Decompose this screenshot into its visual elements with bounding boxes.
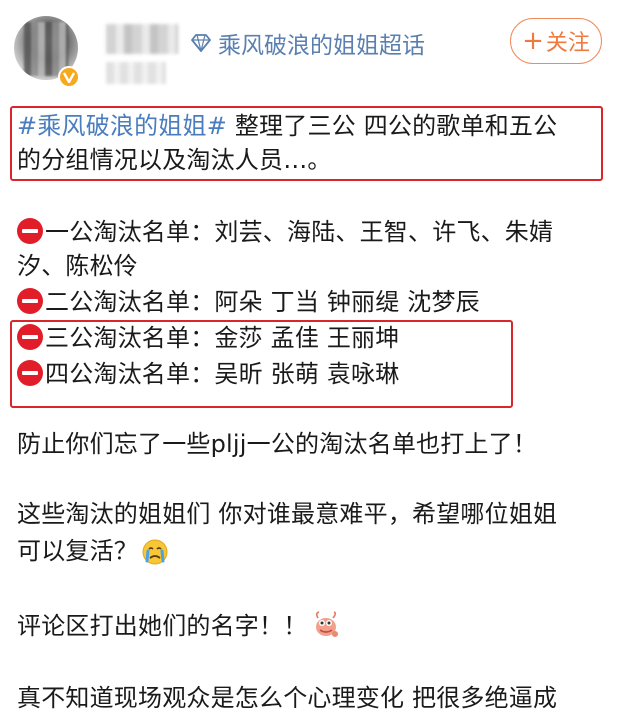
hashtag-link[interactable]: #乘风破浪的姐姐# (17, 112, 227, 140)
elimination-line-2: 二公淘汰名单：阿朵 丁当 钟丽缇 沈梦辰 (17, 286, 480, 318)
username-blurred[interactable] (106, 24, 178, 54)
elimination-text-1a: 一公淘汰名单：刘芸、海陆、王智、许飞、朱婧 (45, 218, 554, 246)
paragraph-2a: 这些淘汰的姐姐们 你对谁最意难平，希望哪位姐姐 (17, 500, 558, 528)
no-entry-icon (17, 288, 43, 314)
elimination-line-1a: 一公淘汰名单：刘芸、海陆、王智、许飞、朱婧 (17, 216, 553, 248)
follow-button[interactable]: + 关注 (510, 18, 602, 64)
paragraph-3-text: 评论区打出她们的名字！！ (17, 612, 308, 640)
post-intro-line-1: #乘风破浪的姐姐# 整理了三公 四公的歌单和五公 (17, 110, 557, 142)
post-header: 乘风破浪的姐姐超话 + 关注 (0, 0, 622, 100)
paragraph-3: 评论区打出她们的名字！！ (17, 610, 341, 648)
elimination-text-3: 三公淘汰名单：金莎 孟佳 王丽坤 (45, 324, 400, 352)
follow-label: 关注 (545, 31, 590, 56)
verified-v-icon (58, 66, 80, 88)
elimination-text-2: 二公淘汰名单：阿朵 丁当 钟丽缇 沈梦辰 (45, 288, 480, 316)
elimination-line-4: 四公淘汰名单：吴昕 张萌 袁咏琳 (17, 358, 399, 390)
paragraph-2b-text: 可以复活？ (17, 537, 138, 565)
plus-icon: + (522, 26, 544, 56)
post-intro-line-2: 的分组情况以及淘汰人员…。 (17, 146, 332, 174)
crying-face-emoji (142, 539, 168, 573)
no-entry-icon (17, 360, 43, 386)
no-entry-icon (17, 324, 43, 350)
diamond-icon (191, 34, 211, 52)
supertopic-label: 乘风破浪的姐姐超话 (218, 33, 425, 59)
supertopic-link[interactable]: 乘风破浪的姐姐超话 (190, 26, 425, 60)
post-time-blurred (106, 62, 166, 84)
shrimp-emoji (311, 610, 341, 648)
paragraph-2b: 可以复活？ (17, 535, 168, 573)
no-entry-icon (17, 218, 43, 244)
intro-text-1: 整理了三公 四公的歌单和五公 (227, 112, 558, 140)
elimination-line-3: 三公淘汰名单：金莎 孟佳 王丽坤 (17, 322, 399, 354)
paragraph-1: 防止你们忘了一些pljj一公的淘汰名单也打上了！ (17, 430, 538, 458)
elimination-text-4: 四公淘汰名单：吴昕 张萌 袁咏琳 (45, 360, 400, 388)
elimination-line-1b: 汐、陈松伶 (17, 252, 138, 280)
paragraph-4: 真不知道现场观众是怎么个心理变化 把很多绝逼成 (17, 684, 558, 712)
